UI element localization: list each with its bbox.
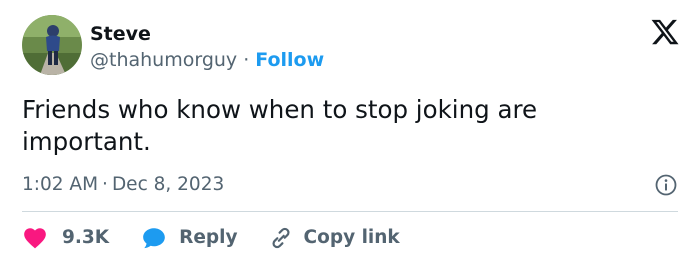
avatar-photo xyxy=(22,15,82,75)
like-count: 9.3K xyxy=(62,227,110,248)
reply-label: Reply xyxy=(179,227,238,248)
link-icon xyxy=(268,225,294,251)
handle-row: @thahumorguy · Follow xyxy=(90,48,324,72)
action-bar: 9.3K Reply Copy link xyxy=(22,224,400,252)
separator-dot: · xyxy=(243,49,250,71)
heart-icon xyxy=(22,225,48,251)
copy-link-button[interactable]: Copy link xyxy=(268,225,400,251)
divider xyxy=(22,211,678,212)
display-name[interactable]: Steve xyxy=(90,22,151,46)
reply-button[interactable]: Reply xyxy=(141,225,238,251)
speech-bubble-icon xyxy=(141,225,167,251)
handle[interactable]: @thahumorguy xyxy=(90,49,237,71)
tweet-time: 1:02 AM xyxy=(22,174,99,195)
like-button[interactable]: 9.3K xyxy=(22,225,109,251)
avatar[interactable] xyxy=(22,15,82,75)
tweet-card: Steve @thahumorguy · Follow Friends who kn… xyxy=(0,0,700,264)
copy-link-label: Copy link xyxy=(303,227,400,248)
tweet-date: Dec 8, 2023 xyxy=(111,174,225,195)
timestamp[interactable]: 1:02 AM · Dec 8, 2023 xyxy=(22,173,224,197)
x-logo-icon[interactable] xyxy=(650,17,680,47)
tweet-text: Friends who know when to stop joking are… xyxy=(22,95,538,156)
separator-dot: · xyxy=(102,174,108,195)
follow-button[interactable]: Follow xyxy=(255,49,324,71)
info-icon[interactable] xyxy=(654,173,678,197)
